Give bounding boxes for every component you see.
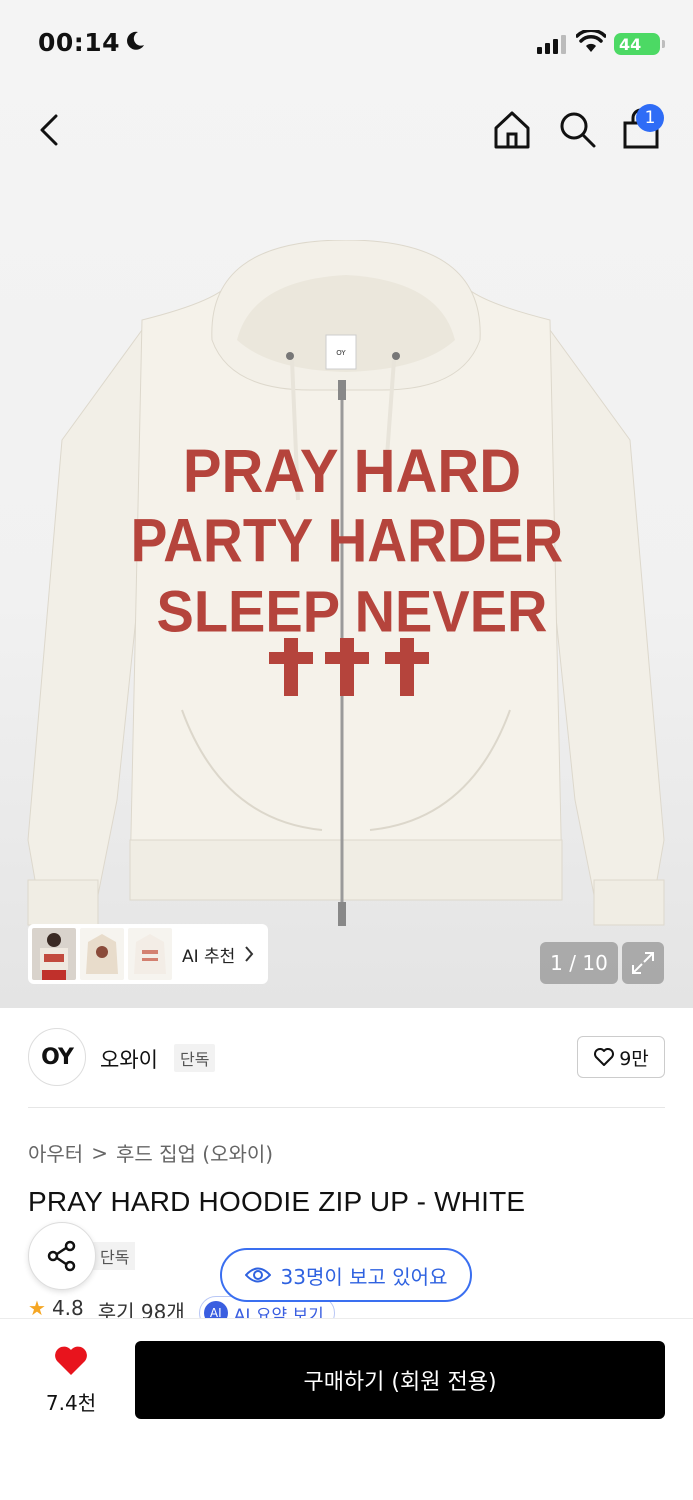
thumbnail-1[interactable] [32, 928, 76, 980]
search-icon [560, 112, 596, 148]
heart-filled-icon [55, 1346, 87, 1375]
brand-logo[interactable]: OY [28, 1028, 86, 1086]
wifi-icon [576, 30, 606, 52]
cart-count-badge: 1 [636, 104, 664, 132]
chevron-left-icon [40, 114, 58, 146]
search-button[interactable] [556, 108, 600, 156]
expand-image-button[interactable] [622, 942, 664, 984]
cross-icons [269, 638, 429, 696]
image-counter: 1 / 10 [540, 942, 618, 984]
brand-name[interactable]: 오와이 [100, 1044, 158, 1074]
wishlist-count: 7.4천 [45, 1391, 97, 1415]
back-button[interactable] [30, 108, 70, 152]
brand-row[interactable]: OY 오와이 단독 9만 [28, 1028, 665, 1088]
buy-button[interactable]: 구매하기 (회원 전용) [135, 1341, 665, 1419]
brand-exclusive-tag: 단독 [174, 1044, 216, 1072]
breadcrumb-level2[interactable]: 후드 집업 (오와이) [116, 1138, 273, 1167]
rating-score: 4.8 [51, 1296, 84, 1320]
wishlist-button[interactable]: 7.4천 [36, 1345, 106, 1416]
battery-indicator: 44 [614, 33, 665, 55]
home-icon [494, 111, 530, 149]
neck-tag-text: OY [336, 349, 346, 357]
thumbnail-2[interactable] [80, 928, 124, 980]
product-image-area[interactable]: 00:14 44 1 OY PRAY HARD PARTY HARDER SLE… [0, 0, 693, 1008]
product-photo[interactable]: OY PRAY HARD PARTY HARDER SLEEP NEVER [22, 240, 670, 940]
ai-recommend-chip[interactable]: AI 추천 [28, 924, 268, 984]
divider [28, 1107, 665, 1108]
home-button[interactable] [490, 108, 534, 156]
bottom-action-bar: 7.4천 구매하기 (회원 전용) [0, 1318, 693, 1500]
share-icon [47, 1240, 76, 1272]
brand-like-button[interactable]: 9만 [577, 1036, 665, 1078]
breadcrumb-separator: > [91, 1140, 108, 1165]
star-icon: ★ [28, 1296, 46, 1320]
heart-outline-icon [594, 1048, 615, 1066]
status-time: 00:14 [38, 28, 121, 57]
viewers-count-pill: 33명이 보고 있어요 [220, 1248, 472, 1302]
product-title: PRAY HARD HOODIE ZIP UP - WHITE [28, 1186, 526, 1217]
print-line-1: PRAY HARD [183, 437, 521, 506]
print-line-3: SLEEP NEVER [156, 579, 547, 645]
breadcrumb-level1[interactable]: 아우터 [28, 1138, 83, 1167]
moon-icon [127, 31, 144, 50]
brand-like-count: 9만 [619, 1047, 649, 1070]
ai-recommend-label: AI 추천 [182, 946, 236, 967]
breadcrumb: 아우터 > 후드 집업 (오와이) [28, 1138, 273, 1167]
viewers-text: 33명이 보고 있어요 [280, 1264, 448, 1289]
top-navigation [0, 100, 693, 160]
chevron-right-icon [245, 946, 254, 962]
right-sleeve [549, 328, 665, 926]
print-line-2: PARTY HARDER [131, 507, 564, 575]
battery-level: 44 [619, 34, 642, 54]
left-sleeve [27, 328, 143, 926]
expand-icon [632, 952, 654, 974]
share-button[interactable] [28, 1222, 96, 1290]
status-bar: 00:14 44 [0, 0, 693, 88]
eye-icon [244, 1267, 271, 1283]
thumbnail-3[interactable] [128, 928, 172, 980]
signal-icon [537, 35, 566, 54]
